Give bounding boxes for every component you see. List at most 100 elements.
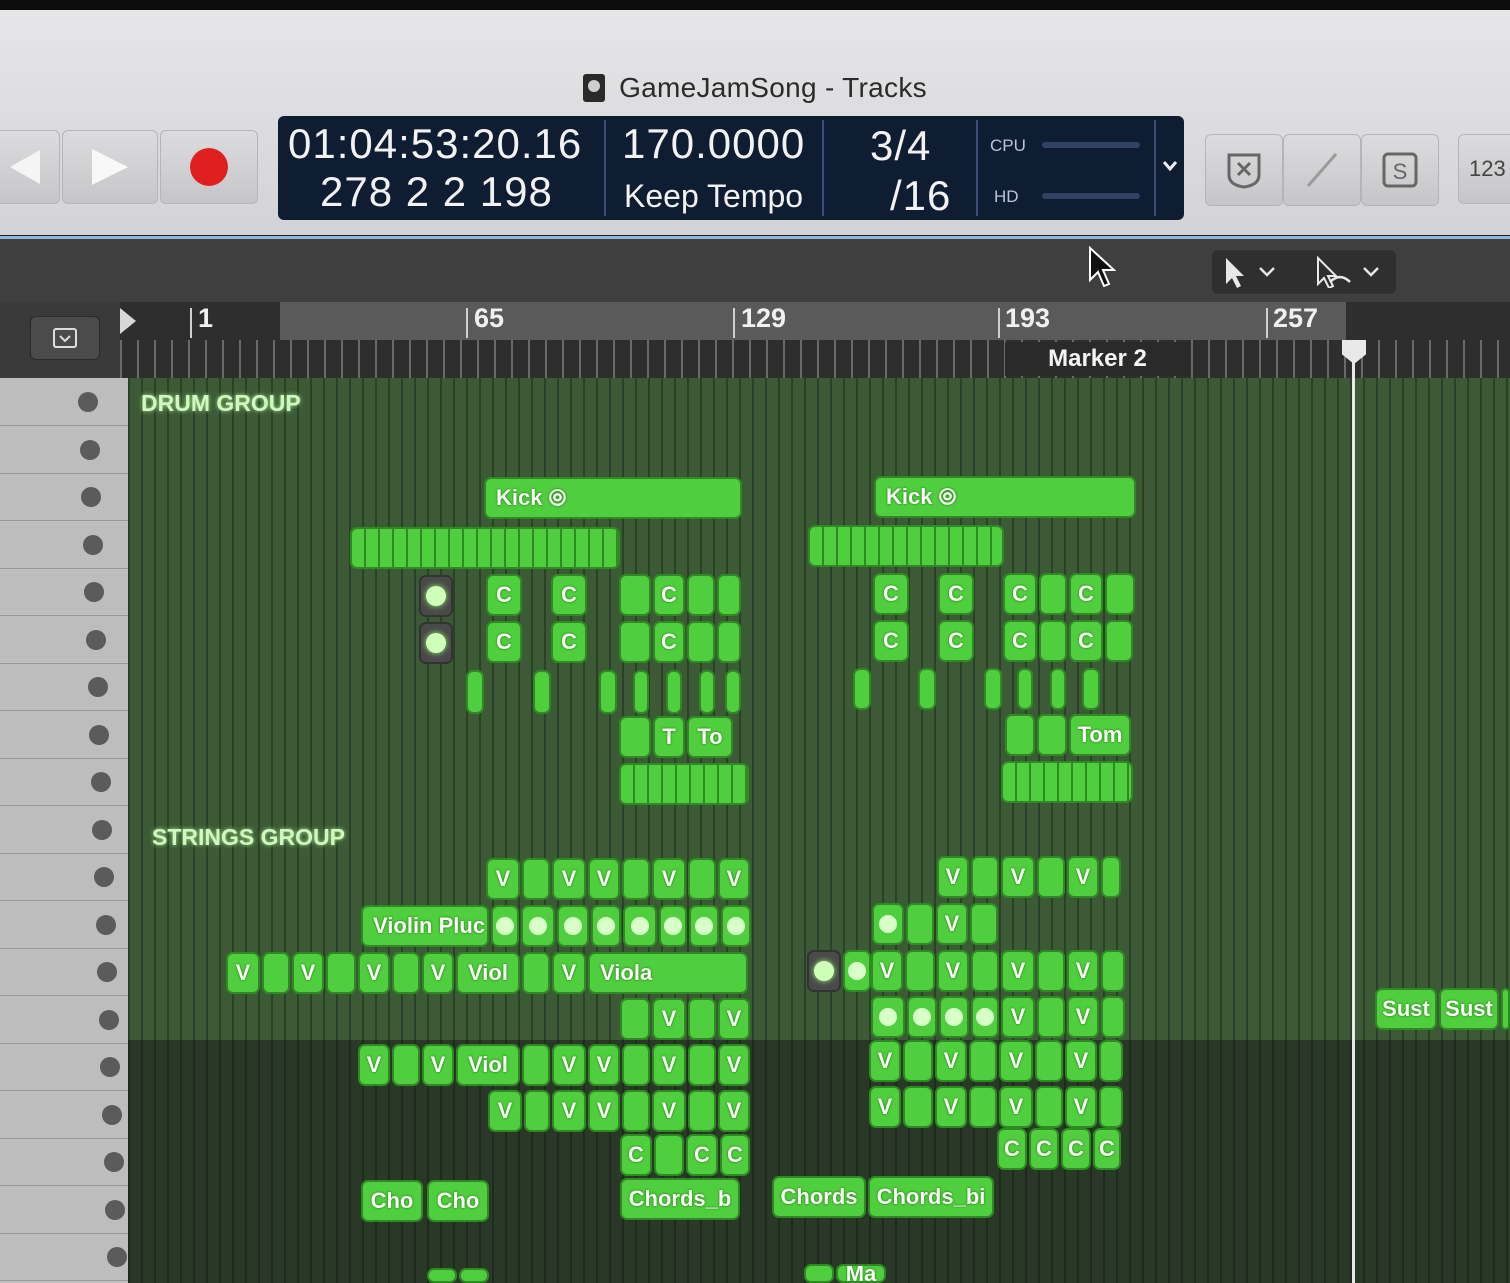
region[interactable]: V [1001, 996, 1035, 1038]
region[interactable]: Viol [456, 952, 520, 994]
region[interactable] [619, 621, 651, 663]
region[interactable] [1105, 573, 1135, 615]
region[interactable] [843, 950, 871, 992]
region[interactable]: Viola [588, 952, 748, 994]
region[interactable] [1017, 668, 1033, 710]
region[interactable]: V [718, 1044, 750, 1086]
region[interactable] [620, 998, 650, 1040]
region[interactable] [807, 950, 841, 992]
region[interactable]: C [938, 620, 974, 662]
region[interactable] [1035, 1086, 1063, 1128]
region[interactable] [522, 952, 550, 994]
track-header-row[interactable] [0, 1091, 128, 1139]
region[interactable] [969, 1086, 997, 1128]
track-header-row[interactable] [0, 473, 128, 521]
region[interactable]: C [1069, 620, 1103, 662]
region[interactable]: C [873, 620, 909, 662]
region[interactable] [918, 668, 936, 710]
region[interactable] [392, 1044, 420, 1086]
region[interactable]: Sust [1375, 988, 1437, 1030]
region[interactable]: C [551, 574, 587, 616]
region[interactable] [524, 1090, 550, 1132]
track-header-row[interactable] [0, 1043, 128, 1091]
region[interactable] [1039, 620, 1067, 662]
region[interactable]: C [1069, 573, 1103, 615]
region[interactable] [872, 903, 904, 945]
region[interactable]: V [999, 1040, 1033, 1082]
region[interactable]: C [551, 621, 587, 663]
region[interactable]: V [1001, 950, 1035, 992]
region[interactable] [1005, 714, 1035, 756]
region[interactable] [871, 996, 905, 1038]
secondary-tool-menu[interactable] [1314, 254, 1394, 290]
region[interactable] [971, 950, 999, 992]
region[interactable] [1035, 1040, 1063, 1082]
region[interactable] [619, 716, 651, 758]
region[interactable]: V [652, 1090, 686, 1132]
region[interactable]: V [1067, 856, 1099, 898]
region[interactable] [466, 670, 484, 714]
region[interactable] [1099, 1040, 1123, 1082]
region[interactable]: C [1003, 620, 1037, 662]
region[interactable] [1101, 996, 1125, 1038]
track-header-row[interactable] [0, 521, 128, 569]
region[interactable] [939, 996, 969, 1038]
track-header-row[interactable] [0, 996, 128, 1044]
region[interactable]: V [652, 998, 686, 1040]
region[interactable] [1037, 856, 1065, 898]
region[interactable] [969, 1040, 997, 1082]
region[interactable]: C [653, 574, 685, 616]
region[interactable] [522, 1044, 550, 1086]
region[interactable]: C [1029, 1128, 1059, 1170]
track-header-row[interactable] [0, 1138, 128, 1186]
region[interactable]: C [873, 573, 909, 615]
region[interactable] [905, 950, 935, 992]
region[interactable] [654, 1134, 684, 1176]
region[interactable] [521, 905, 555, 947]
region[interactable] [971, 856, 999, 898]
pointer-tool-menu[interactable] [1222, 254, 1302, 290]
region[interactable] [1001, 761, 1133, 803]
track-header-row[interactable] [0, 1233, 128, 1281]
region[interactable] [326, 952, 356, 994]
region[interactable]: V [718, 998, 750, 1040]
region[interactable] [622, 858, 650, 900]
region[interactable] [427, 1268, 457, 1283]
track-header-row[interactable] [0, 616, 128, 664]
region[interactable]: C [620, 1134, 652, 1176]
region[interactable]: C [486, 574, 522, 616]
region[interactable]: C [720, 1134, 750, 1176]
playhead[interactable] [1352, 340, 1355, 1283]
region[interactable] [1101, 856, 1121, 898]
region[interactable]: V [1065, 1086, 1097, 1128]
region[interactable]: T [653, 716, 685, 758]
region[interactable] [1101, 950, 1125, 992]
region[interactable]: V [552, 952, 586, 994]
cycle-area[interactable] [280, 302, 1346, 340]
region[interactable]: V [652, 1044, 686, 1086]
region[interactable]: V [871, 950, 903, 992]
region[interactable] [1050, 668, 1066, 710]
region[interactable] [522, 858, 550, 900]
pencil-tool-button[interactable] [1283, 134, 1361, 206]
track-header-row[interactable] [0, 663, 128, 711]
record-button[interactable] [160, 130, 258, 204]
region[interactable] [808, 525, 1004, 567]
region[interactable]: C [653, 621, 685, 663]
region[interactable] [717, 574, 741, 616]
region[interactable]: V [935, 1040, 967, 1082]
smart-controls-button[interactable] [1205, 134, 1283, 206]
region[interactable] [491, 905, 519, 947]
track-header-row[interactable] [0, 568, 128, 616]
region[interactable]: Violin Pluc [361, 905, 489, 947]
region[interactable] [599, 670, 617, 714]
region[interactable] [419, 575, 453, 617]
track-header-row[interactable] [0, 948, 128, 996]
region[interactable] [688, 858, 716, 900]
region[interactable]: C [686, 1134, 718, 1176]
region[interactable]: V [936, 903, 968, 945]
region[interactable] [1037, 950, 1065, 992]
region[interactable] [633, 670, 649, 714]
region[interactable] [1082, 668, 1100, 710]
lcd-display[interactable]: 01:04:53:20.16 278 2 2 198 170.0000 Keep… [278, 116, 1184, 220]
